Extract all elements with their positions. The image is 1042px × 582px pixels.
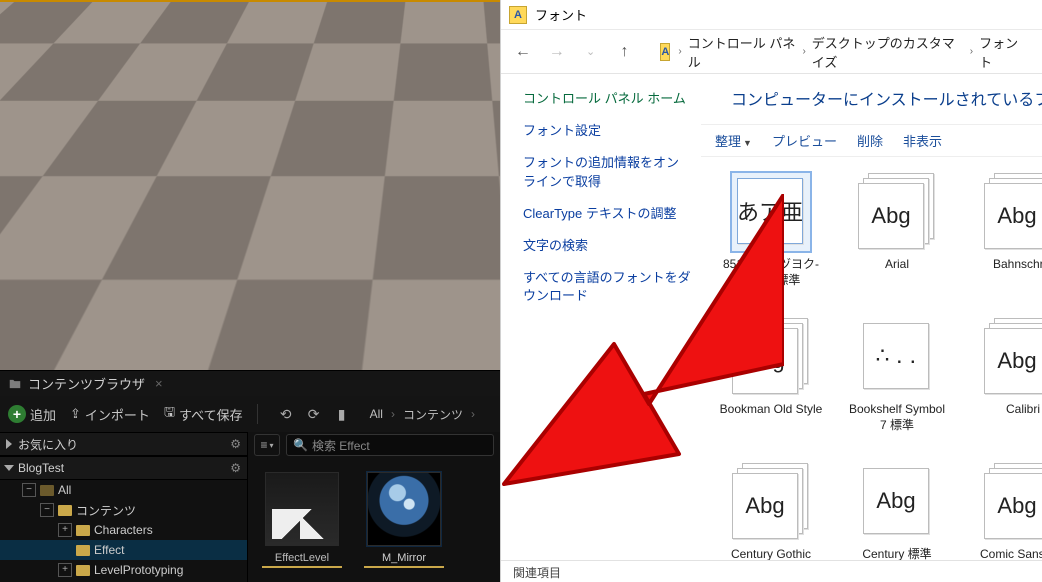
font-sample: Abg (732, 328, 798, 394)
font-sample: Abg (984, 473, 1042, 539)
import-button[interactable]: ⇪ インポート (70, 405, 150, 424)
nav-recent-button[interactable]: ⌄ (579, 39, 603, 65)
toolbar-hide[interactable]: 非表示 (903, 131, 942, 150)
toolbar-delete[interactable]: 削除 (857, 131, 883, 150)
font-name: Bookshelf Symbol 7 標準 (845, 402, 949, 433)
tree-row-levelproto[interactable]: LevelPrototyping (0, 560, 247, 580)
source-tree: お気に入り ⚙ BlogTest ⚙ All コンテンツ Characters … (0, 432, 248, 582)
font-sample: ∴ ․ ․ (863, 323, 929, 389)
font-sample: あア亜 (737, 178, 803, 244)
asset-search-input[interactable]: 🔍 検索 Effect (286, 434, 494, 456)
chevron-right-icon: › (678, 46, 681, 57)
font-tile[interactable]: AbgComic Sans MS (971, 463, 1042, 563)
chevron-right-icon: › (970, 46, 973, 57)
folder-icon[interactable]: ▮ (332, 404, 352, 424)
font-folder-icon: A (509, 6, 527, 24)
toolbar-preview[interactable]: プレビュー (772, 131, 837, 150)
font-tile[interactable]: Abg Bookman Old Style (719, 318, 823, 433)
task-cleartype[interactable]: ClearType テキストの調整 (523, 205, 691, 223)
content-browser-tab[interactable]: コンテンツブラウザ × (0, 370, 500, 396)
task-download-fonts[interactable]: すべての言語のフォントをダウンロード (523, 269, 691, 305)
nav-forward-button[interactable]: → (545, 39, 569, 65)
font-tile[interactable]: あア亜 851チカラヅヨク-かなA 標準 (719, 173, 823, 288)
address-breadcrumb[interactable]: A › コントロール パネル › デスクトップのカスタマイズ › フォント (646, 31, 1032, 73)
chevron-right-icon (6, 439, 12, 449)
font-name: Arial (885, 257, 909, 273)
nav-back-button[interactable]: ← (511, 39, 535, 65)
plus-icon: + (8, 405, 26, 423)
font-sample: Abg (732, 473, 798, 539)
font-sample: Abg (984, 328, 1042, 394)
import-icon: ⇪ (70, 406, 81, 422)
font-name: Calibri (1006, 402, 1040, 418)
task-font-settings[interactable]: フォント設定 (523, 122, 691, 140)
close-tab-icon[interactable]: × (155, 376, 163, 391)
font-name: Bookman Old Style (720, 402, 823, 418)
task-pane: コントロール パネル ホーム フォント設定 フォントの追加情報をオンラインで取得… (501, 74, 701, 582)
gear-icon[interactable]: ⚙ (230, 437, 241, 451)
gear-icon[interactable]: ⚙ (230, 461, 241, 475)
viewport[interactable]: z (0, 0, 500, 370)
font-sample: Abg (984, 183, 1042, 249)
filter-button[interactable]: ≡▾ (254, 434, 280, 456)
chevron-right-icon: › (391, 407, 395, 421)
project-header[interactable]: BlogTest ⚙ (0, 456, 247, 480)
favorites-header[interactable]: お気に入り ⚙ (0, 432, 247, 456)
asset-m-mirror[interactable]: M_Mirror (364, 472, 444, 568)
chevron-down-icon: ▼ (743, 138, 752, 148)
task-cp-home[interactable]: コントロール パネル ホーム (523, 90, 691, 108)
font-sample: Abg (858, 183, 924, 249)
font-tile[interactable]: Abg Arial (845, 173, 949, 288)
task-find-char[interactable]: 文字の検索 (523, 237, 691, 255)
folder-browse-icon (8, 377, 22, 391)
font-tile[interactable]: Abg Bahnschrift (971, 173, 1042, 288)
tree-row-all[interactable]: All (0, 480, 247, 500)
font-name: 851チカラヅヨク-かなA 標準 (719, 257, 823, 288)
font-tile[interactable]: ∴ ․ ․ Bookshelf Symbol 7 標準 (845, 318, 949, 433)
history-back-icon[interactable]: ⟲ (276, 404, 296, 424)
font-tile[interactable]: AbgCentury 標準 (845, 463, 949, 563)
tree-row-characters[interactable]: Characters (0, 520, 247, 540)
axis-gizmo: z (18, 308, 58, 348)
tree-row-contents[interactable]: コンテンツ (0, 500, 247, 520)
font-sample: Abg (863, 468, 929, 534)
search-icon: 🔍 (293, 438, 308, 452)
footer-related: 関連項目 (701, 560, 1042, 582)
add-button[interactable]: + 追加 (8, 405, 56, 424)
content-browser-title: コンテンツブラウザ (28, 374, 145, 393)
save-all-button[interactable]: 🖫 すべて保存 (164, 403, 243, 425)
font-name: Bahnschrift (993, 257, 1042, 273)
chevron-right-icon: › (802, 46, 805, 57)
asset-grid: EffectLevel M_Mirror (248, 458, 500, 582)
window-title: A フォント (501, 0, 1042, 30)
tree-row-effect[interactable]: Effect (0, 540, 247, 560)
save-icon: 🖫 (164, 403, 175, 425)
nav-up-button[interactable]: ↑ (613, 39, 637, 65)
breadcrumb[interactable]: All › コンテンツ › (370, 406, 475, 423)
chevron-down-icon (4, 465, 14, 471)
toolbar-organize[interactable]: 整理▼ (715, 131, 752, 150)
chevron-right-icon: › (471, 407, 475, 421)
history-fwd-icon[interactable]: ⟳ (304, 404, 324, 424)
font-tile[interactable]: AbgCentury Gothic (719, 463, 823, 563)
asset-effectlevel[interactable]: EffectLevel (262, 472, 342, 568)
font-tile[interactable]: Abg Calibri (971, 318, 1042, 433)
page-heading: コンピューターにインストールされているフォントをプレビ (701, 78, 1042, 124)
task-font-online[interactable]: フォントの追加情報をオンラインで取得 (523, 154, 691, 190)
